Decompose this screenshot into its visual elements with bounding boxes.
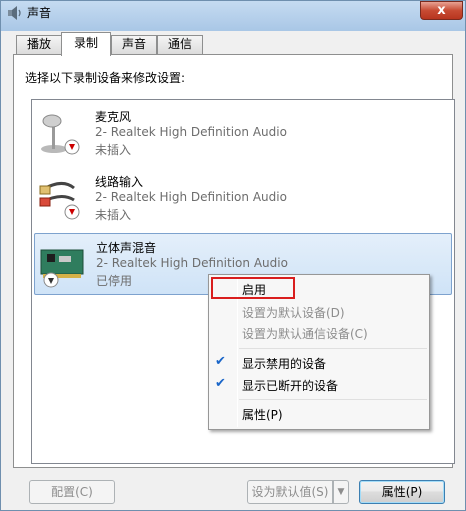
close-button[interactable]: x bbox=[420, 1, 463, 20]
properties-button[interactable]: 属性(P) bbox=[359, 480, 445, 504]
device-status: 未插入 bbox=[95, 143, 132, 157]
checkmark-icon: ✔ bbox=[215, 376, 226, 391]
tab-playback[interactable]: 播放 bbox=[16, 35, 62, 54]
line-in-cable-icon bbox=[39, 182, 80, 220]
device-description: 2- Realtek High Definition Audio bbox=[95, 190, 287, 204]
window-title: 声音 bbox=[27, 6, 52, 20]
menu-separator bbox=[239, 399, 427, 400]
device-name: 麦克风 bbox=[95, 110, 132, 124]
menu-item-properties[interactable]: 属性(P) bbox=[242, 406, 283, 423]
speaker-icon bbox=[8, 6, 21, 20]
menu-item-show-disabled[interactable]: 显示禁用的设备 bbox=[242, 355, 326, 372]
close-icon: x bbox=[437, 3, 446, 18]
tab-communications[interactable]: 通信 bbox=[157, 35, 203, 54]
tab-sounds[interactable]: 声音 bbox=[111, 35, 157, 54]
menu-gutter bbox=[237, 277, 238, 427]
menu-item-set-default-communication[interactable]: 设置为默认通信设备(C) bbox=[242, 325, 368, 342]
device-name: 线路输入 bbox=[95, 175, 144, 189]
chevron-down-icon[interactable]: ▼ bbox=[333, 480, 349, 504]
tab-recording[interactable]: 录制 bbox=[61, 32, 111, 56]
microphone-icon bbox=[41, 114, 80, 155]
sound-dialog: 声音 x 播放 录制 声音 通信 选择以下录制设备来修改设置: 麦克风 2- R… bbox=[0, 0, 466, 511]
device-name: 立体声混音 bbox=[96, 241, 157, 255]
title-bar[interactable]: 声音 x bbox=[1, 1, 465, 31]
configure-button[interactable]: 配置(C) bbox=[29, 480, 115, 504]
instruction-text: 选择以下录制设备来修改设置: bbox=[25, 71, 186, 85]
device-item-line-in[interactable]: 线路输入 2- Realtek High Definition Audio 未插… bbox=[34, 168, 452, 230]
set-default-button[interactable]: 设为默认值(S) bbox=[247, 480, 333, 504]
device-description: 2- Realtek High Definition Audio bbox=[96, 256, 288, 270]
menu-separator bbox=[239, 348, 427, 349]
sound-card-icon bbox=[40, 249, 84, 288]
menu-item-show-disconnected[interactable]: 显示已断开的设备 bbox=[242, 377, 338, 394]
highlight-annotation bbox=[211, 277, 295, 299]
device-item-microphone[interactable]: 麦克风 2- Realtek High Definition Audio 未插入 bbox=[34, 103, 452, 165]
device-description: 2- Realtek High Definition Audio bbox=[95, 125, 287, 139]
checkmark-icon: ✔ bbox=[215, 354, 226, 369]
device-status: 未插入 bbox=[95, 208, 132, 222]
menu-item-set-default[interactable]: 设置为默认设备(D) bbox=[242, 304, 345, 321]
device-status: 已停用 bbox=[96, 274, 133, 288]
